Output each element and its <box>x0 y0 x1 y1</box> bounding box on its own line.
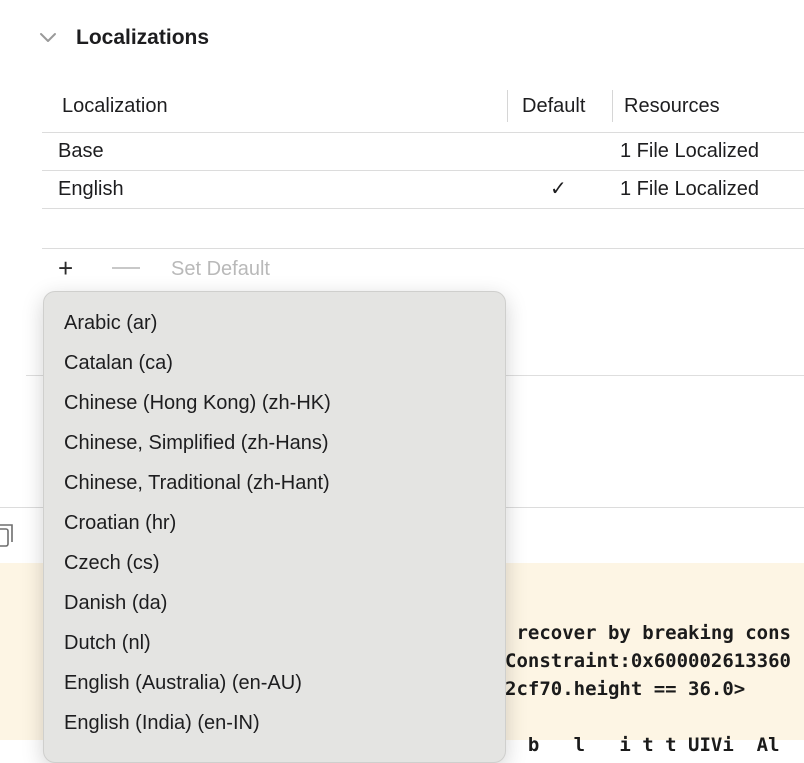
resources-cell: 1 File Localized <box>620 140 759 162</box>
toolbar-divider <box>42 248 804 249</box>
menu-item-croatian[interactable]: Croatian (hr) <box>44 503 505 543</box>
menu-item-english-india[interactable]: English (India) (en-IN) <box>44 703 505 743</box>
menu-item-arabic[interactable]: Arabic (ar) <box>44 303 505 343</box>
menu-item-dutch[interactable]: Dutch (nl) <box>44 623 505 663</box>
language-popup-menu[interactable]: Arabic (ar) Catalan (ca) Chinese (Hong K… <box>43 291 506 763</box>
column-separator <box>612 90 613 122</box>
menu-item-danish[interactable]: Danish (da) <box>44 583 505 623</box>
column-header-default[interactable]: Default <box>522 93 585 119</box>
menu-item-chinese-simplified[interactable]: Chinese, Simplified (zh-Hans) <box>44 423 505 463</box>
table-row[interactable]: Base 1 File Localized <box>42 133 804 170</box>
set-default-button[interactable]: Set Default <box>171 256 270 282</box>
column-header-resources[interactable]: Resources <box>624 93 720 119</box>
remove-localization-button[interactable] <box>112 267 140 269</box>
row-divider <box>42 208 804 209</box>
console-line: 2cf70.height == 36.0> <box>505 678 746 700</box>
resources-cell: 1 File Localized <box>620 178 759 200</box>
column-separator <box>507 90 508 122</box>
table-row[interactable]: English ✓ 1 File Localized <box>42 171 804 208</box>
console-line: b l i t t UIVi Al <box>505 734 780 756</box>
menu-item-english-australia[interactable]: English (Australia) (en-AU) <box>44 663 505 703</box>
menu-item-catalan[interactable]: Catalan (ca) <box>44 343 505 383</box>
copy-icon[interactable] <box>0 520 18 550</box>
localization-cell: Base <box>58 140 104 162</box>
menu-item-czech[interactable]: Czech (cs) <box>44 543 505 583</box>
section-title: Localizations <box>76 26 210 49</box>
localization-cell: English <box>58 178 124 200</box>
language-list: Arabic (ar) Catalan (ca) Chinese (Hong K… <box>44 292 505 743</box>
menu-item-chinese-traditional[interactable]: Chinese, Traditional (zh-Hant) <box>44 463 505 503</box>
menu-item-chinese-hong-kong[interactable]: Chinese (Hong Kong) (zh-HK) <box>44 383 505 423</box>
console-line: Constraint:0x600002613360 <box>505 650 791 672</box>
default-checkmark: ✓ <box>550 178 567 200</box>
column-header-localization[interactable]: Localization <box>62 93 168 119</box>
chevron-down-icon[interactable] <box>38 28 58 48</box>
add-localization-button[interactable]: + <box>58 254 73 282</box>
console-line: recover by breaking cons <box>505 622 791 644</box>
